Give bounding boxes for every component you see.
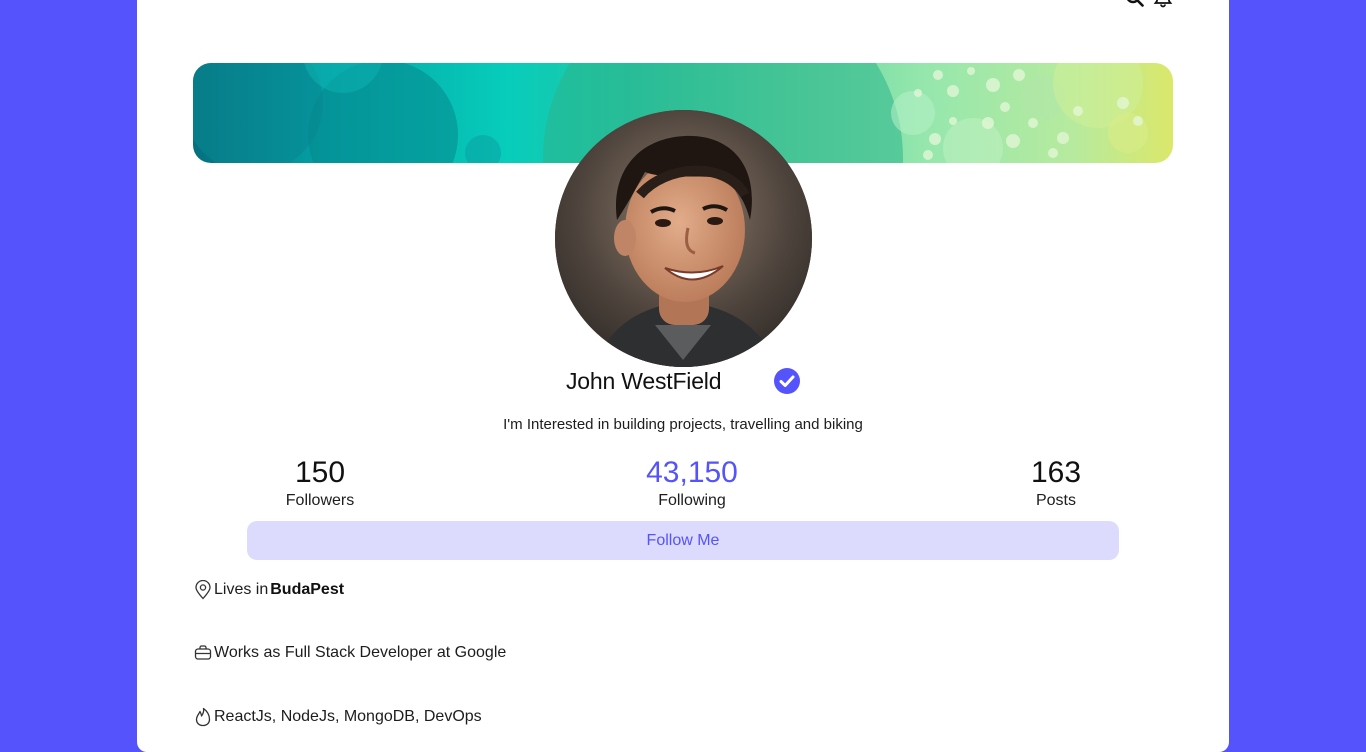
stat-label: Following xyxy=(658,492,726,509)
verified-badge-icon xyxy=(773,367,801,395)
briefcase-icon xyxy=(194,643,212,663)
location-city: BudaPest xyxy=(270,581,345,598)
info-location: Lives in BudaPest xyxy=(194,580,344,600)
stat-value: 43,150 xyxy=(646,456,738,489)
location-pin-icon xyxy=(194,580,212,600)
name-row: John WestField xyxy=(137,366,1229,398)
avatar[interactable] xyxy=(555,110,812,367)
profile-card: John WestField I'm Interested in buildin… xyxy=(137,0,1229,752)
info-skills: ReactJs, NodeJs, MongoDB, DevOps xyxy=(194,707,482,727)
stat-following[interactable]: 43,150 Following xyxy=(592,456,792,512)
header-actions xyxy=(1125,0,1173,8)
stat-label: Followers xyxy=(285,492,355,509)
location-prefix: Lives in xyxy=(214,581,269,598)
stat-value: 163 xyxy=(1030,456,1082,489)
info-work: Works as Full Stack Developer at Google xyxy=(194,643,506,663)
skills-text: ReactJs, NodeJs, MongoDB, DevOps xyxy=(214,708,482,725)
follow-button[interactable]: Follow Me xyxy=(247,521,1119,560)
stat-value: 150 xyxy=(294,456,346,489)
stat-posts[interactable]: 163 Posts xyxy=(956,456,1156,512)
bell-icon[interactable] xyxy=(1153,0,1173,8)
profile-bio: I'm Interested in building projects, tra… xyxy=(503,416,863,433)
flame-icon xyxy=(194,707,212,727)
search-icon[interactable] xyxy=(1125,0,1145,8)
stat-followers[interactable]: 150 Followers xyxy=(220,456,420,512)
profile-name: John WestField xyxy=(566,368,722,394)
work-text: Works as Full Stack Developer at Google xyxy=(214,644,507,661)
stat-label: Posts xyxy=(1035,492,1076,509)
